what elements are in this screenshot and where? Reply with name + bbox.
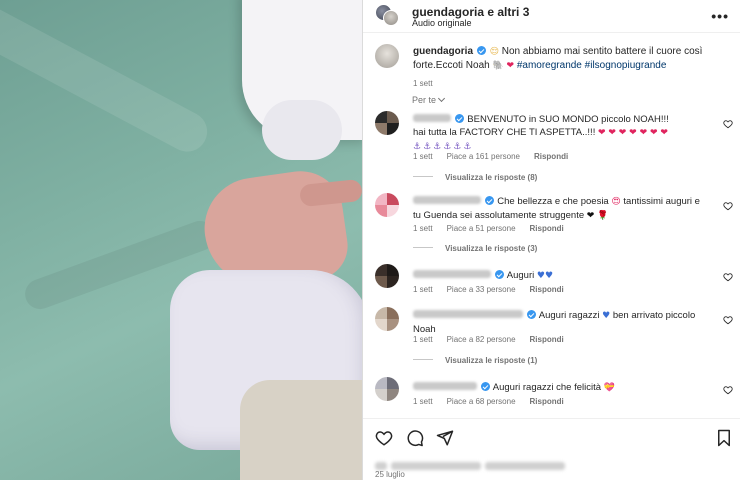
caption-text: guendagoria 😌 Non abbiamo mai sentito ba… (413, 45, 713, 73)
comment-meta: 1 sett Piace a 82 persone Rispondi (413, 335, 564, 344)
post-author[interactable]: guendagoria e altri 3 (412, 5, 529, 19)
comment-text: BENVENUTO in SUO MONDO piccolo NOAH!!! h… (413, 114, 669, 152)
anchor-emoji: ⚓⚓⚓⚓⚓⚓ (413, 142, 474, 152)
avatar[interactable] (375, 307, 399, 331)
verified-icon (476, 46, 486, 55)
comment-bubble-icon[interactable] (406, 429, 424, 447)
avatar[interactable] (375, 193, 399, 217)
view-replies-button[interactable]: Visualizza le risposte (1) (413, 356, 537, 365)
reply-button[interactable]: Rispondi (530, 397, 564, 406)
caption-username[interactable]: guendagoria (413, 46, 473, 57)
rose-icon: 🌹 (596, 211, 609, 221)
relieved-face-icon: 😌 (489, 47, 499, 57)
hearts-emoji: ❤ ❤ ❤ ❤ ❤ ❤ ❤ (597, 128, 668, 138)
comment-username[interactable] (413, 270, 491, 278)
reply-button[interactable]: Rispondi (530, 335, 564, 344)
verified-icon (480, 382, 490, 391)
like-comment-heart-icon[interactable] (723, 119, 733, 129)
blue-hearts-emoji: ♥♥ (536, 271, 554, 281)
comment-meta: 1 sett Piace a 51 persone Rispondi (413, 224, 564, 233)
collab-avatars[interactable] (375, 4, 401, 26)
blue-heart-emoji: ♥ (602, 311, 611, 321)
comment-text: Auguri ragazzi ♥ ben arrivato piccolo No… (413, 310, 696, 335)
post-date: 25 luglio (375, 470, 405, 479)
like-comment-heart-icon[interactable] (723, 272, 733, 282)
avatar[interactable] (375, 44, 399, 68)
post-photo[interactable] (0, 0, 362, 480)
view-replies-button[interactable]: Visualizza le risposte (8) (413, 173, 537, 182)
verified-icon (526, 310, 536, 319)
photo-blanket-fold (0, 1, 215, 159)
more-horizontal-icon[interactable]: ••• (711, 8, 729, 24)
like-comment-heart-icon[interactable] (723, 385, 733, 395)
comment-username[interactable] (413, 196, 481, 204)
like-comment-heart-icon[interactable] (723, 201, 733, 211)
reply-button[interactable]: Rispondi (530, 285, 564, 294)
comment-text: Auguri ♥♥ (413, 269, 705, 283)
hashtag-link[interactable]: #amoregrande (517, 60, 582, 71)
reply-button[interactable]: Rispondi (530, 224, 564, 233)
avatar[interactable] (375, 377, 399, 401)
like-heart-icon[interactable] (375, 429, 393, 447)
avatar[interactable] (375, 111, 399, 135)
heart-emoji-icon: ❤ (506, 61, 515, 71)
likes-summary[interactable] (375, 457, 615, 470)
avatar (383, 10, 399, 26)
hashtag-link[interactable]: #ilsognopiugrande (585, 60, 667, 71)
photo-white-blanket (262, 100, 342, 160)
post-header: guendagoria e altri 3 Audio originale ••… (363, 0, 740, 33)
comment-meta: 1 sett Piace a 33 persone Rispondi (413, 285, 564, 294)
comment-text: Che bellezza e che poesia 😍 tantissimi a… (413, 196, 700, 221)
photo-cloth (240, 380, 362, 480)
comment-meta: 1 sett Piace a 68 persone Rispondi (413, 397, 564, 406)
verified-icon (494, 270, 504, 279)
post-side-panel: guendagoria e altri 3 Audio originale ••… (362, 0, 740, 480)
chevron-down-icon (437, 94, 446, 103)
verified-icon (454, 114, 464, 123)
heart-eyes-emoji: 😍 (611, 197, 621, 207)
reply-button[interactable]: Rispondi (534, 152, 568, 161)
verified-icon (484, 196, 494, 205)
comment-username[interactable] (413, 310, 523, 318)
save-bookmark-icon[interactable] (715, 429, 733, 447)
view-replies-button[interactable]: Visualizza le risposte (3) (413, 244, 537, 253)
comment-username[interactable] (413, 382, 477, 390)
comment-text: Auguri ragazzi che felicità 💝 (413, 381, 705, 395)
avatar[interactable] (375, 264, 399, 288)
sort-dropdown[interactable]: Per te (412, 94, 446, 105)
comment-meta: 1 sett Piace a 161 persone Rispondi (413, 152, 569, 161)
comments-scroll-area[interactable]: guendagoria 😌 Non abbiamo mai sentito ba… (363, 33, 740, 418)
share-send-icon[interactable] (436, 429, 454, 447)
elephant-icon: 🐘 (492, 61, 504, 71)
black-heart-emoji: ❤ (586, 211, 595, 221)
like-comment-heart-icon[interactable] (723, 315, 733, 325)
post-actions: 25 luglio (363, 418, 740, 480)
gift-heart-emoji: 💝 (603, 383, 615, 393)
sort-label: Per te (412, 95, 437, 105)
caption-timestamp: 1 sett (413, 79, 433, 88)
audio-label[interactable]: Audio originale (412, 18, 472, 28)
comment-username[interactable] (413, 114, 451, 122)
